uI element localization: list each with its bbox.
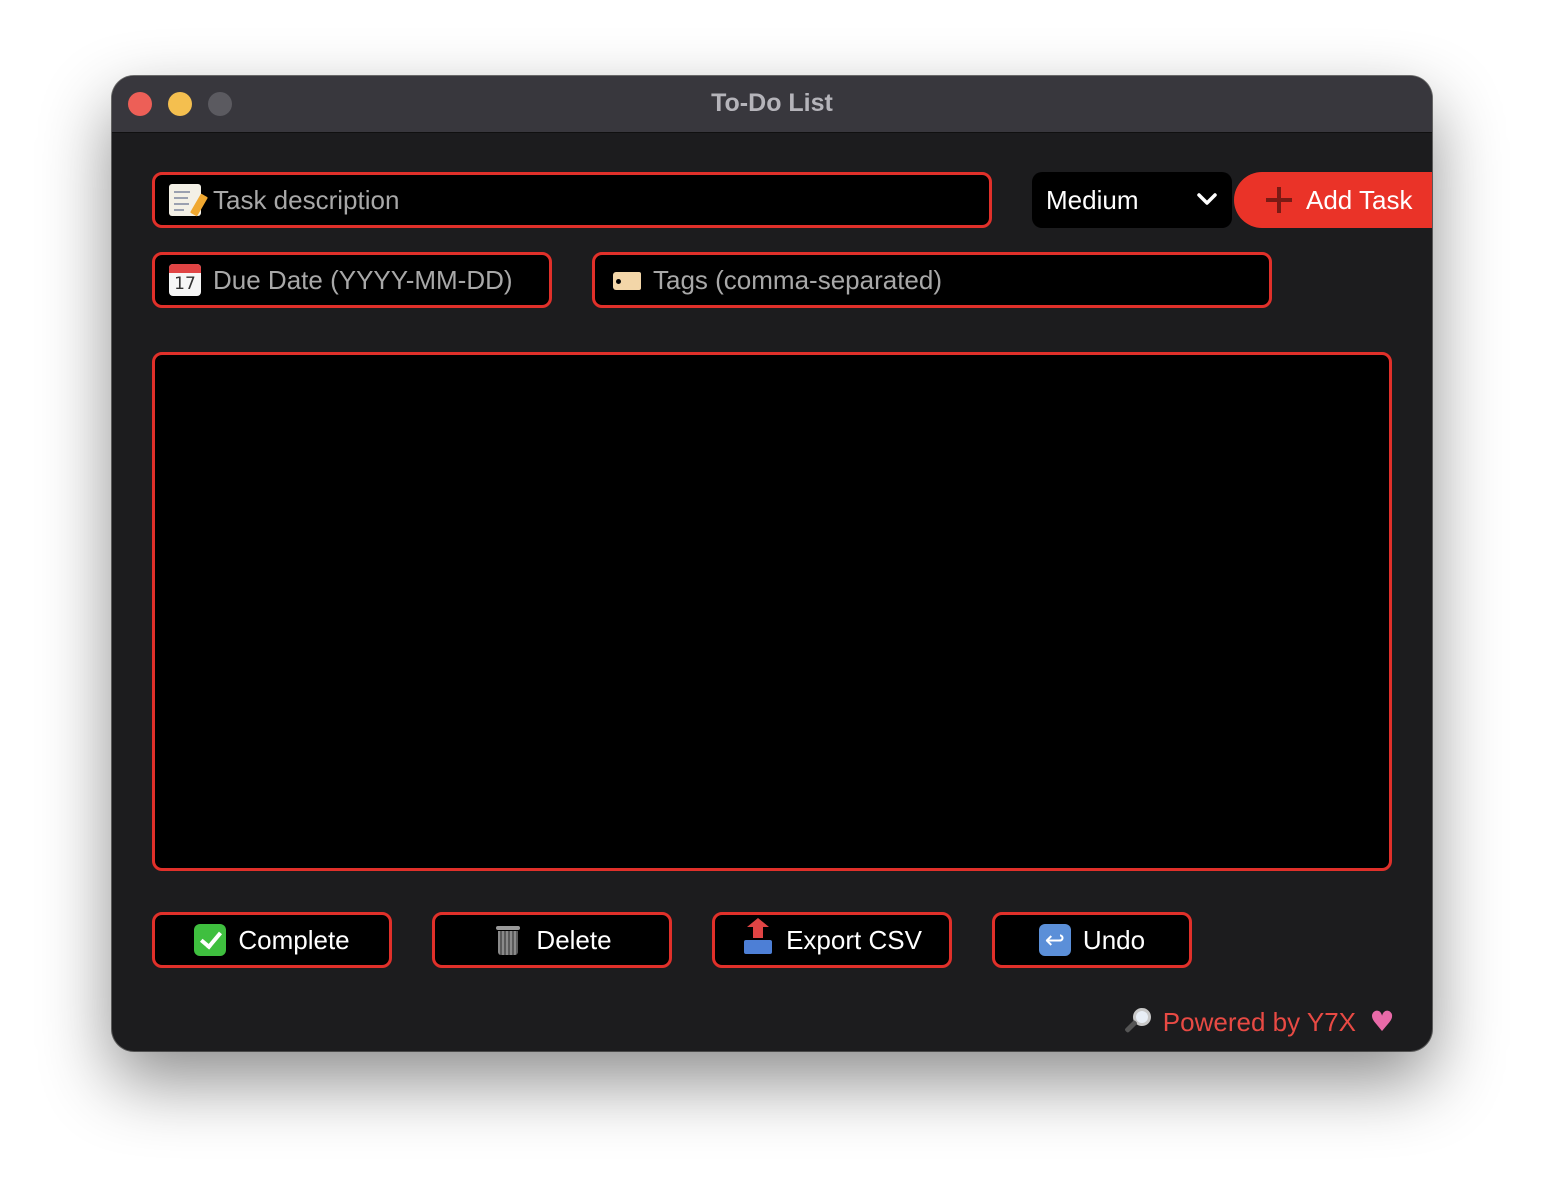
undo-icon — [1038, 924, 1071, 956]
tag-icon — [609, 264, 641, 296]
trash-icon — [492, 924, 524, 956]
due-date-field[interactable]: 17 — [152, 252, 552, 308]
add-task-button[interactable]: Add Task — [1234, 172, 1432, 228]
heart-icon: ♥ — [1369, 1005, 1395, 1038]
plus-icon — [1266, 187, 1292, 213]
add-task-label: Add Task — [1306, 184, 1413, 215]
footer-text: Powered by Y7X — [1162, 1006, 1356, 1037]
tags-input[interactable] — [653, 264, 1269, 296]
task-description-field[interactable] — [152, 172, 992, 228]
chevron-down-icon — [1197, 193, 1217, 205]
undo-button[interactable]: Undo — [992, 912, 1192, 968]
calendar-icon-day: 17 — [174, 274, 196, 294]
magnifier-icon — [1121, 1006, 1153, 1038]
memo-icon — [169, 184, 208, 217]
priority-selected-value: Medium — [1046, 184, 1139, 215]
delete-button[interactable]: Delete — [432, 912, 672, 968]
task-list[interactable] — [152, 352, 1392, 871]
calendar-icon: 17 — [169, 264, 201, 296]
due-date-input[interactable] — [213, 264, 549, 296]
export-csv-label: Export CSV — [786, 924, 922, 955]
window-title: To-Do List — [711, 89, 833, 117]
delete-label: Delete — [536, 924, 612, 955]
complete-label: Complete — [238, 924, 350, 955]
task-description-input[interactable] — [213, 184, 989, 216]
outbox-icon — [742, 918, 774, 956]
priority-select[interactable]: Medium — [1032, 172, 1232, 228]
complete-button[interactable]: Complete — [152, 912, 392, 968]
undo-label: Undo — [1082, 924, 1146, 955]
export-csv-button[interactable]: Export CSV — [712, 912, 952, 968]
footer-credit: Powered by Y7X ♥ — [1121, 1006, 1398, 1038]
title-bar[interactable]: To-Do List — [112, 76, 1432, 133]
app-window: To-Do List Medium Add Task 17 — [112, 76, 1432, 1051]
check-icon — [194, 924, 227, 956]
tags-field[interactable] — [592, 252, 1272, 308]
